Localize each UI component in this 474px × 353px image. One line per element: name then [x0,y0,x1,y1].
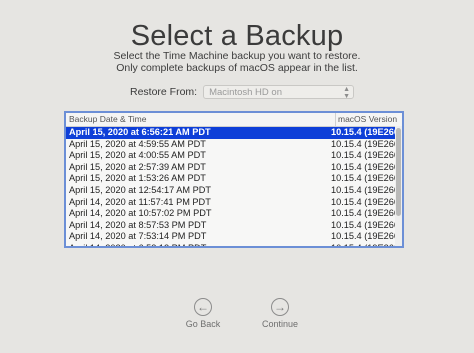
macos-version-cell: 10.15.4 (19E266) [330,231,402,242]
table-row[interactable]: April 14, 2020 at 6:53:12 PM PDT 10.15.4 … [66,242,402,248]
table-row[interactable]: April 15, 2020 at 12:54:17 AM PDT 10.15.4… [66,185,402,197]
restore-from-value: Macintosh HD on [209,87,282,98]
table-row[interactable]: April 15, 2020 at 4:00:55 AM PDT 10.15.4 … [66,150,402,162]
macos-version-cell: 10.15.4 (19E266) [330,196,402,207]
backup-date-cell: April 14, 2020 at 8:57:53 PM PDT [69,219,207,230]
instruction-line-1: Select the Time Machine backup you want … [113,50,361,62]
table-row[interactable]: April 14, 2020 at 11:57:41 PM PDT 10.15.4… [66,197,402,209]
backup-date-cell: April 14, 2020 at 7:53:14 PM PDT [69,231,207,242]
macos-version-cell: 10.15.4 (19E266) [330,173,402,184]
macos-version-cell: 10.15.4 (19E266) [330,219,402,230]
table-row[interactable]: April 14, 2020 at 8:57:53 PM PDT 10.15.4 … [66,220,402,232]
table-body: April 15, 2020 at 6:56:21 AM PDT 10.15.4 … [66,127,402,248]
backup-date-cell: April 15, 2020 at 2:57:39 AM PDT [69,161,206,172]
arrow-left-circle-icon: ← [194,298,212,316]
restore-from-row: Restore From: Macintosh HD on ▲ ▼ [130,84,355,100]
continue-button[interactable]: → Continue [250,298,310,329]
macos-version-cell: 10.15.4 (19E266) [330,161,402,172]
restore-from-label: Restore From: [130,86,198,98]
macos-version-cell: 10.15.4 (19E266) [330,127,402,137]
backup-date-cell: April 15, 2020 at 6:56:21 AM PDT [69,127,211,137]
arrow-right-circle-icon: → [271,298,289,316]
macos-version-cell: 10.15.4 (19E266) [330,150,402,161]
macos-version-cell: 10.15.4 (19E266) [330,138,402,149]
table-row[interactable]: April 14, 2020 at 10:57:02 PM PDT 10.15.4… [66,208,402,220]
instruction-line-2: Only complete backups of macOS appear in… [116,62,358,74]
page-title: Select a Backup [130,20,344,52]
continue-label: Continue [261,319,299,329]
table-header: Backup Date & Time macOS Version [66,113,402,127]
table-row[interactable]: April 15, 2020 at 1:53:26 AM PDT 10.15.4 … [66,173,402,185]
backup-date-cell: April 14, 2020 at 6:53:12 PM PDT [69,242,207,248]
macos-version-cell: 10.15.4 (19E266) [330,242,402,248]
table-row[interactable]: April 15, 2020 at 6:56:21 AM PDT 10.15.4 … [66,127,402,139]
backup-date-cell: April 14, 2020 at 10:57:02 PM PDT [69,208,212,219]
chevron-up-down-icon: ▲ ▼ [343,86,351,100]
backup-date-cell: April 14, 2020 at 11:57:41 PM PDT [69,196,211,207]
backup-date-cell: April 15, 2020 at 1:53:26 AM PDT [69,173,206,184]
backup-date-cell: April 15, 2020 at 12:54:17 AM PDT [69,184,211,195]
backup-table[interactable]: Backup Date & Time macOS Version April 1… [64,111,404,248]
macos-version-cell: 10.15.4 (19E266) [330,208,402,219]
restore-from-popup[interactable]: Macintosh HD on ▲ ▼ [203,85,355,100]
table-scrollbar[interactable] [395,126,402,246]
table-row[interactable]: April 15, 2020 at 2:57:39 AM PDT 10.15.4 … [66,162,402,174]
table-row[interactable]: April 15, 2020 at 4:59:55 AM PDT 10.15.4 … [66,139,402,151]
column-header-version[interactable]: macOS Version [336,113,402,126]
column-header-date[interactable]: Backup Date & Time [66,113,336,126]
table-row[interactable]: April 14, 2020 at 7:53:14 PM PDT 10.15.4 … [66,231,402,243]
backup-date-cell: April 15, 2020 at 4:00:55 AM PDT [69,150,206,161]
go-back-label: Go Back [185,319,221,329]
go-back-button[interactable]: ← Go Back [173,298,233,329]
macos-version-cell: 10.15.4 (19E266) [330,184,402,195]
scrollbar-thumb[interactable] [396,128,401,216]
backup-date-cell: April 15, 2020 at 4:59:55 AM PDT [69,138,206,149]
